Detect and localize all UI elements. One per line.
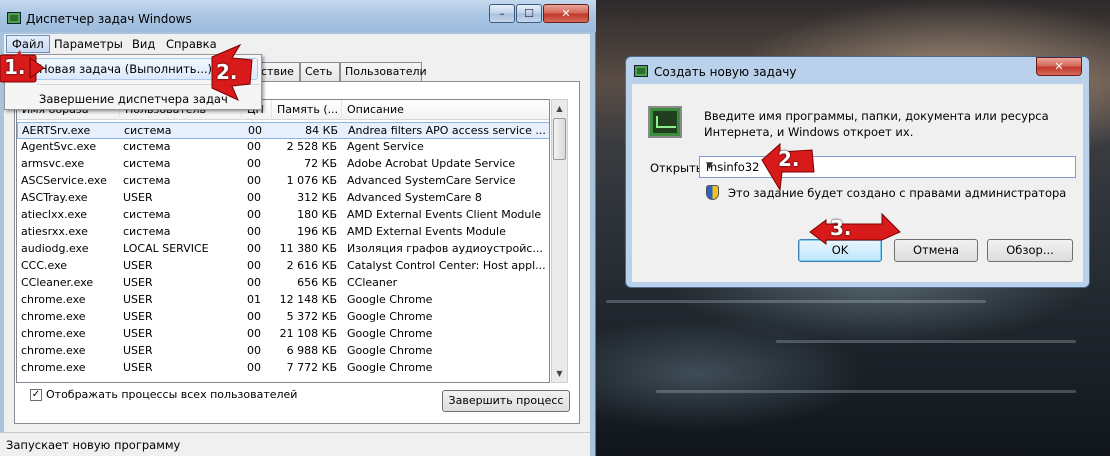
step2-dialog-label: 2. bbox=[778, 147, 800, 171]
step1-label: 1. bbox=[4, 55, 26, 79]
step3-label: 3. bbox=[830, 216, 852, 240]
step3-arrow-icon bbox=[809, 212, 901, 245]
step1-arrow-icon bbox=[29, 57, 45, 79]
annotation-layer bbox=[0, 43, 901, 245]
step2-menu-label: 2. bbox=[216, 60, 238, 84]
